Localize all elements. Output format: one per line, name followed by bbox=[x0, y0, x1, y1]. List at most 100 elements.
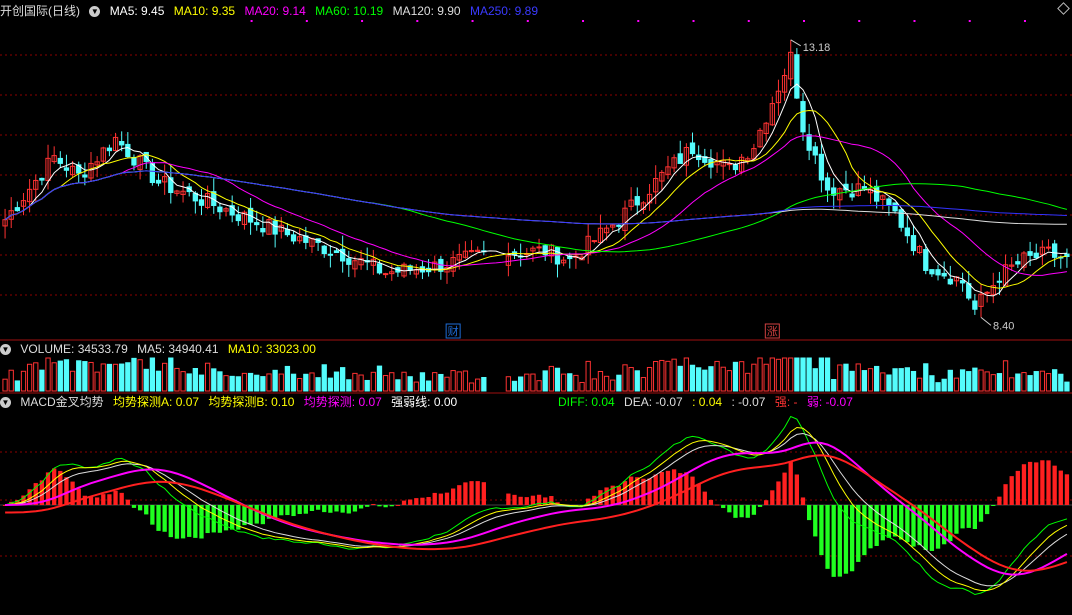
macd-bar bbox=[352, 505, 358, 512]
volume-bar bbox=[131, 357, 137, 392]
signal-dot bbox=[1023, 20, 1026, 22]
volume-bar bbox=[702, 369, 708, 392]
volume-bar bbox=[640, 377, 647, 392]
macd-bar bbox=[856, 505, 861, 562]
volume-bar bbox=[186, 373, 192, 392]
volume-bar bbox=[524, 373, 530, 392]
macd-bar bbox=[328, 505, 333, 513]
volume-bar bbox=[634, 370, 640, 392]
macd-bar bbox=[1009, 476, 1014, 505]
volume-bar bbox=[874, 365, 880, 392]
macd-bar bbox=[966, 505, 971, 528]
signal-dot bbox=[692, 20, 695, 22]
trend-b-label: 均势探测B: 0.10 bbox=[208, 395, 295, 409]
volume-bar bbox=[137, 359, 143, 392]
volume-bar bbox=[260, 376, 266, 392]
volume-bar bbox=[149, 357, 156, 392]
volume-bar bbox=[775, 358, 782, 392]
volume-bar bbox=[1027, 375, 1033, 392]
volume-bar bbox=[63, 359, 70, 392]
volume-bar bbox=[223, 375, 229, 392]
volume-bar bbox=[51, 362, 57, 392]
volume-bar bbox=[39, 369, 45, 392]
macd-bar bbox=[389, 505, 394, 507]
macd-bar bbox=[64, 477, 69, 505]
candle bbox=[800, 101, 806, 133]
signal-dot bbox=[471, 20, 474, 22]
candle bbox=[984, 291, 990, 294]
volume-bar bbox=[653, 360, 659, 392]
volume-bar bbox=[45, 357, 51, 392]
candle bbox=[155, 179, 162, 184]
volume-bar bbox=[162, 362, 168, 392]
volume-bar bbox=[567, 373, 573, 392]
ma60-label: MA60: 10.19 bbox=[315, 4, 384, 18]
candle bbox=[1052, 243, 1058, 258]
volume-bar bbox=[966, 371, 972, 392]
volume-bar bbox=[76, 360, 82, 392]
macd-bar bbox=[199, 505, 204, 539]
macd-bar bbox=[438, 493, 444, 505]
macd-bar bbox=[174, 505, 180, 539]
volume-bar bbox=[100, 363, 106, 392]
volume-bar bbox=[579, 381, 585, 392]
volume-bar bbox=[757, 357, 763, 392]
stock-chart[interactable]: 13.18 8.40 财 涨 bbox=[0, 0, 1072, 615]
macd-bar bbox=[1003, 484, 1008, 505]
macd-bar bbox=[365, 505, 370, 507]
volume-bar bbox=[1058, 373, 1064, 392]
candle bbox=[14, 207, 20, 212]
stock-title: 开创国际(日线) bbox=[0, 4, 80, 18]
strength-line-label: 强弱线: 0.00 bbox=[391, 395, 458, 409]
volume-bar bbox=[1021, 372, 1027, 392]
candle bbox=[812, 146, 818, 156]
high-pointer bbox=[790, 39, 801, 47]
event-marker: 财 bbox=[448, 324, 459, 338]
macd-bar bbox=[635, 477, 640, 505]
collapse-icon[interactable]: ▼ bbox=[0, 344, 11, 356]
macd-bar bbox=[813, 505, 818, 537]
volume-bar bbox=[769, 357, 775, 392]
candle bbox=[874, 185, 880, 202]
volume-bar bbox=[432, 372, 438, 392]
volume-bar bbox=[192, 367, 198, 392]
collapse-icon[interactable]: ▼ bbox=[0, 397, 11, 409]
macd-bar bbox=[984, 505, 990, 515]
macd-bar bbox=[162, 505, 167, 532]
volume-bar bbox=[272, 369, 278, 392]
volume-bar bbox=[696, 367, 702, 392]
macd-bar bbox=[469, 481, 474, 505]
macd-bar bbox=[506, 493, 511, 505]
volume-bar bbox=[923, 363, 929, 392]
macd-bar bbox=[794, 474, 800, 505]
candle bbox=[119, 141, 125, 146]
volume-bar bbox=[518, 376, 524, 392]
macd-bar bbox=[457, 485, 462, 505]
volume-bar bbox=[254, 374, 260, 392]
macd-bar bbox=[892, 505, 898, 537]
volume-bar bbox=[20, 370, 27, 392]
macd-panel-header-right: DIFF: 0.04 DEA: -0.07 : 0.04 : -0.07 强: … bbox=[558, 394, 859, 410]
volume-bar bbox=[204, 362, 211, 392]
macd-bar bbox=[113, 490, 118, 505]
volume-bar bbox=[389, 372, 395, 392]
volume-bar bbox=[861, 370, 868, 392]
candle bbox=[935, 269, 941, 276]
volume-bar bbox=[714, 360, 720, 392]
macd-bar bbox=[119, 492, 124, 505]
candle bbox=[898, 209, 904, 228]
volume-bar bbox=[112, 363, 119, 392]
volume-bar bbox=[309, 372, 315, 392]
low-pointer bbox=[980, 316, 992, 326]
macd-bar bbox=[776, 481, 781, 505]
macd-bar bbox=[463, 482, 468, 505]
macd-bar bbox=[991, 505, 996, 506]
volume-bar bbox=[610, 379, 616, 392]
macd-bar bbox=[1034, 462, 1039, 505]
collapse-icon[interactable]: ▼ bbox=[89, 6, 101, 18]
volume-bar bbox=[597, 370, 604, 392]
volume-bar bbox=[1002, 360, 1009, 392]
volume-bar bbox=[278, 373, 284, 392]
volume-bar bbox=[671, 358, 677, 392]
volume-bar bbox=[880, 372, 886, 392]
